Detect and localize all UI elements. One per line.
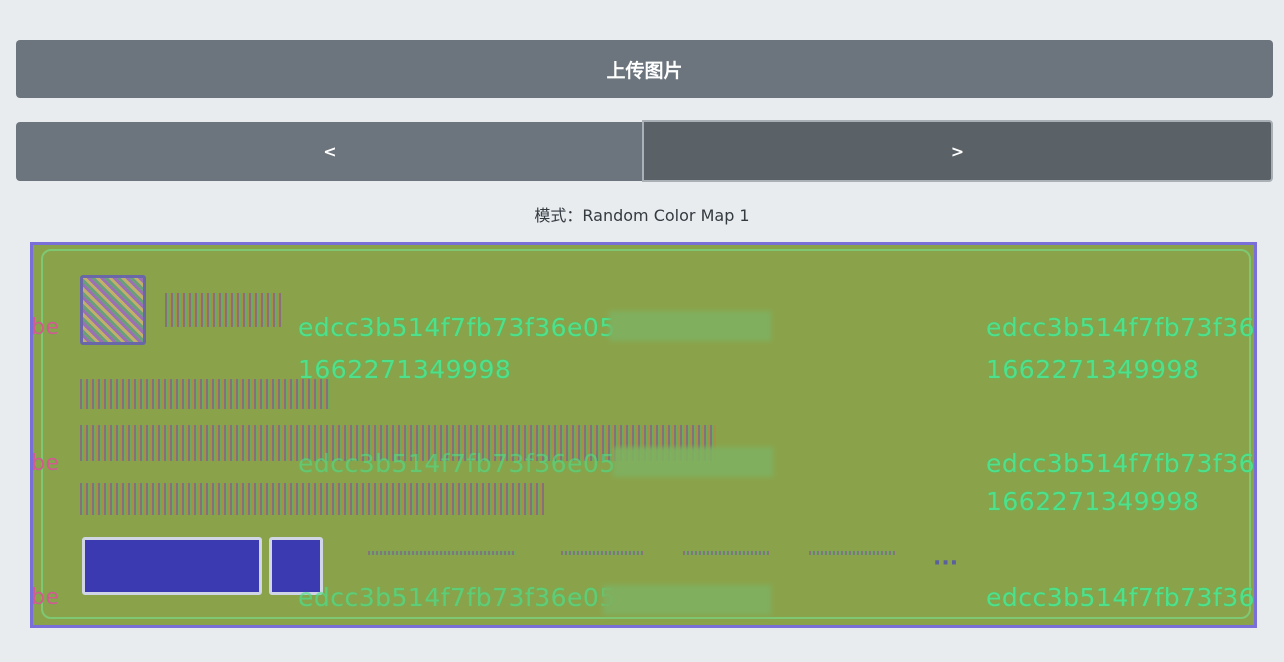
action-item <box>683 551 769 555</box>
next-mode-button[interactable]: > <box>642 120 1273 182</box>
watermark-id: edcc3b514f7fb73f36e <box>986 313 1257 342</box>
watermark-fragment: be <box>31 451 60 476</box>
watermark-id: edcc3b514f7fb73f36e05 <box>298 583 616 612</box>
action-item <box>561 551 643 555</box>
avatar <box>80 275 146 345</box>
watermark-timestamp: 1662271349998 <box>298 355 512 384</box>
watermark-timestamp: 1662271349998 <box>986 487 1200 516</box>
watermark-fragment: be <box>31 315 60 340</box>
watermark-id: edcc3b514f7fb73f36e <box>986 449 1257 478</box>
more-icon: ··· <box>933 551 959 576</box>
scrambled-username <box>165 293 281 327</box>
upload-image-button[interactable]: 上传图片 <box>16 40 1273 98</box>
mode-value: Random Color Map 1 <box>582 206 750 225</box>
mode-indicator: 模式：Random Color Map 1 <box>0 202 1284 226</box>
watermark-id: edcc3b514f7fb73f36e05 <box>298 449 616 478</box>
blurred-region <box>609 311 771 341</box>
scrambled-subtitle <box>80 379 330 409</box>
scrambled-meta-line <box>80 483 544 515</box>
watermark-id: edcc3b514f7fb73f36e05 <box>298 313 616 342</box>
mode-label: 模式： <box>534 206 583 225</box>
blurred-region <box>603 585 771 615</box>
action-item <box>809 551 895 555</box>
watermark-id: edcc3b514f7fb73f36e <box>986 583 1257 612</box>
watermark-timestamp: 1662271349998 <box>986 355 1200 384</box>
action-item <box>368 551 516 555</box>
watermark-fragment: be <box>31 585 60 610</box>
follow-button <box>82 537 262 595</box>
previous-mode-button[interactable]: < <box>16 122 644 181</box>
blurred-region <box>613 447 773 477</box>
color-mapped-preview-image: be edcc3b514f7fb73f36e05 edcc3b514f7fb73… <box>30 242 1257 628</box>
